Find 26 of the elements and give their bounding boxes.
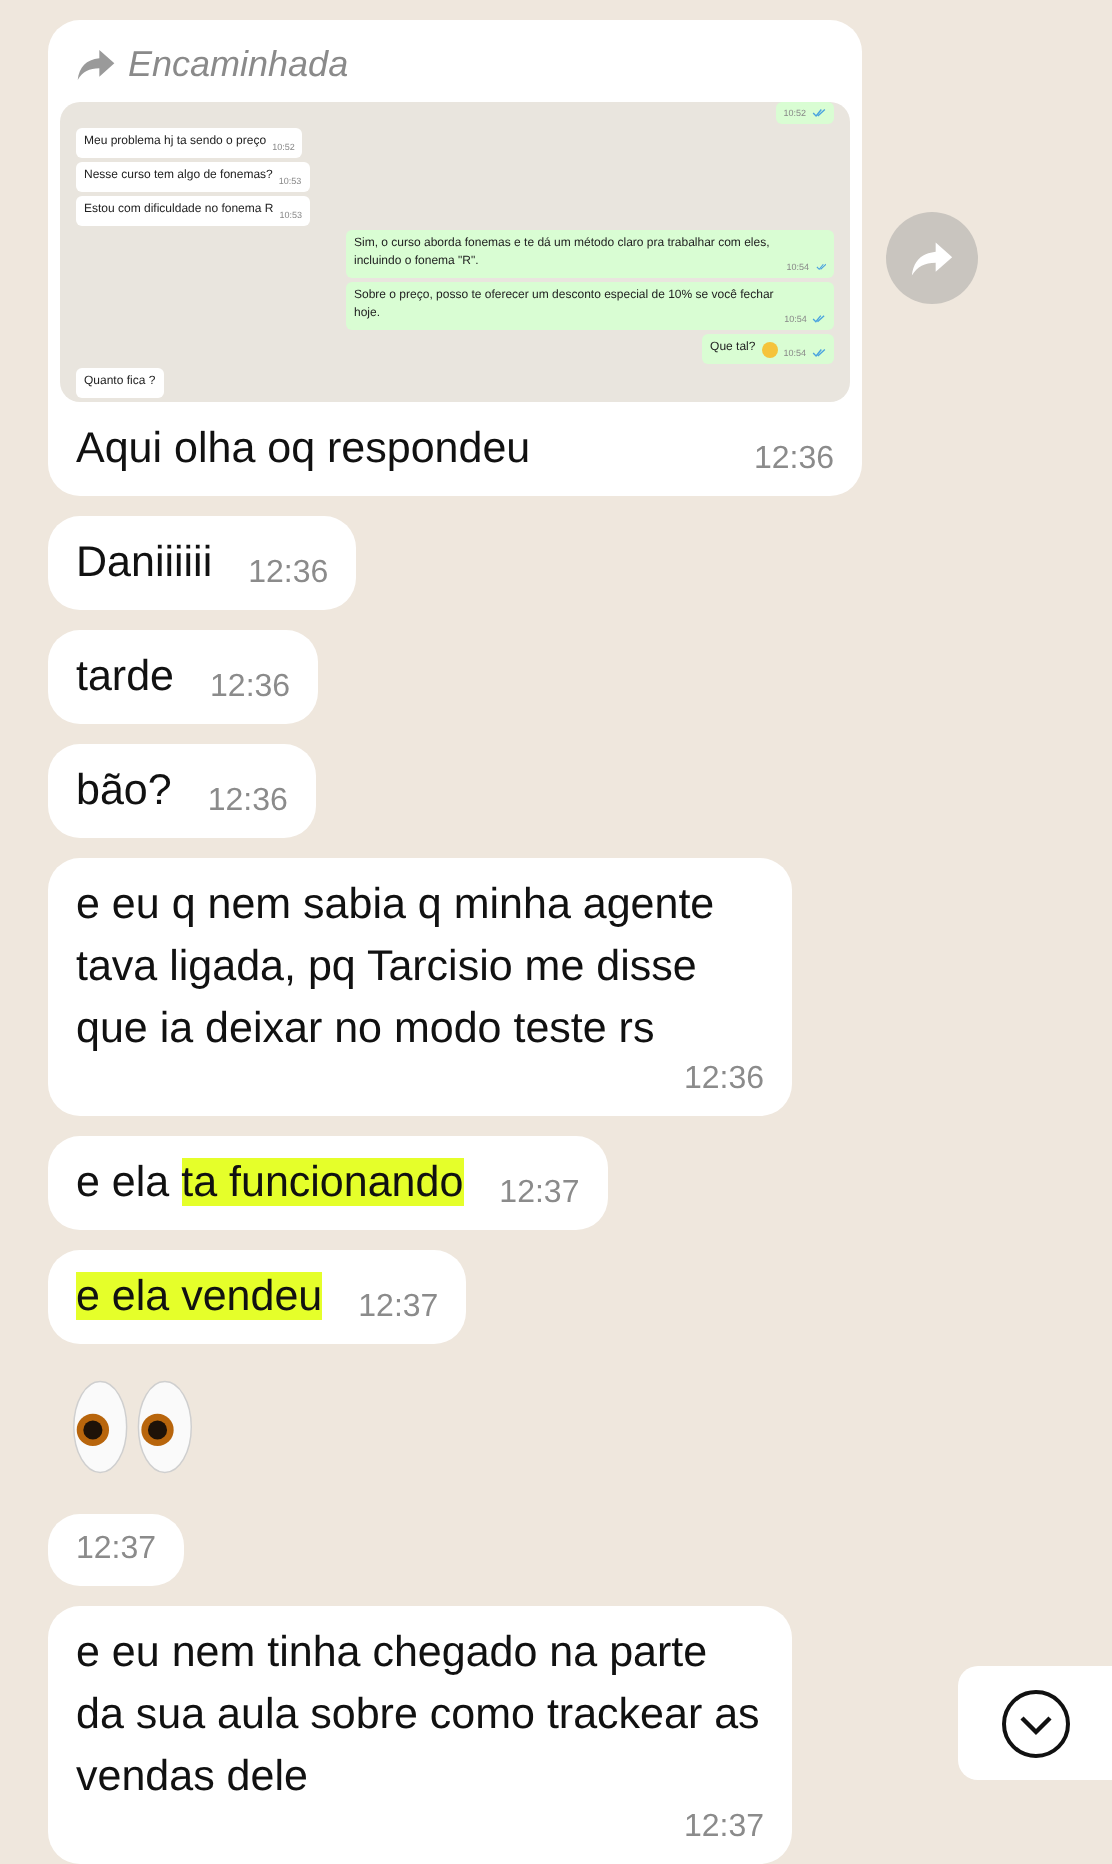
message-time: 12:37 xyxy=(358,1288,439,1328)
read-ticks-icon xyxy=(815,262,826,272)
message-time: 12:36 xyxy=(753,440,834,480)
scroll-down-button[interactable] xyxy=(958,1666,1112,1780)
read-ticks-icon xyxy=(812,314,826,324)
message-text: Aqui olha oq respondeu xyxy=(76,422,531,476)
message-text: e eu nem tinha chegado na parte da sua aula sobre como trackear as vendas dele xyxy=(76,1626,762,1804)
message-time: 12:36 xyxy=(248,554,329,594)
message-text: tarde xyxy=(76,650,175,704)
message-text: Daniiiiii xyxy=(76,536,213,590)
message-text: bão? xyxy=(76,764,172,818)
message-text: e ela ta funcionando xyxy=(76,1156,464,1210)
forward-icon xyxy=(910,239,954,277)
message-time: 12:36 xyxy=(210,668,291,708)
read-ticks-icon xyxy=(812,108,826,118)
read-ticks-icon xyxy=(812,348,826,358)
message-text: e eu q nem sabia q minha agente tava ligada, pq Tarcisio me disse que ia deixar no modo teste rs xyxy=(76,878,717,1056)
message-time: 12:37 xyxy=(76,1532,157,1566)
message-time: 12:37 xyxy=(499,1174,580,1214)
forwarded-label: Encaminhada xyxy=(128,44,349,86)
message-time: 12:37 xyxy=(683,1808,764,1848)
chevron-down-icon xyxy=(999,1687,1071,1759)
forward-icon xyxy=(76,48,116,82)
message-text: e ela vendeu xyxy=(76,1270,323,1324)
message-time: 12:36 xyxy=(207,782,288,822)
message-time: 12:36 xyxy=(683,1060,764,1100)
